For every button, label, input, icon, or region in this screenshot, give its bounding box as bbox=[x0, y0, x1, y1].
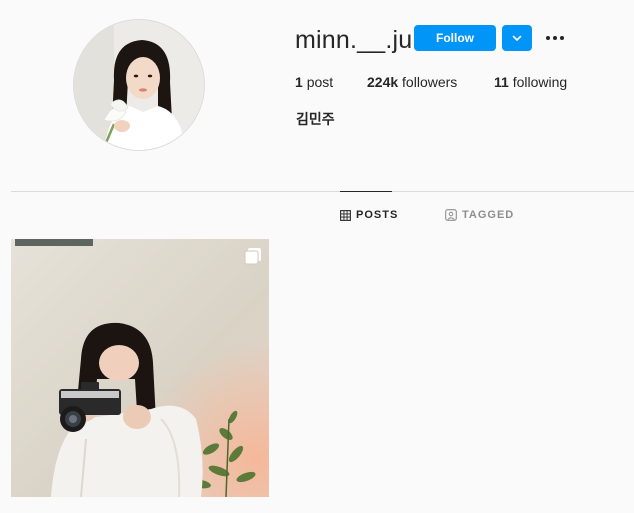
more-options-button[interactable] bbox=[540, 28, 570, 48]
following-label: following bbox=[512, 74, 568, 90]
profile-avatar[interactable] bbox=[73, 19, 205, 151]
following-count: 11 bbox=[494, 74, 509, 90]
post-thumbnail[interactable] bbox=[11, 239, 269, 497]
suggested-accounts-button[interactable] bbox=[502, 25, 532, 51]
followers-stat[interactable]: 224k followers bbox=[367, 74, 457, 90]
tab-tagged-label: TAGGED bbox=[462, 209, 515, 221]
follow-button[interactable]: Follow bbox=[414, 25, 496, 51]
following-stat[interactable]: 11 following bbox=[494, 74, 567, 90]
more-horizontal-icon bbox=[546, 36, 564, 40]
chevron-down-icon bbox=[512, 35, 522, 41]
tab-tagged[interactable]: TAGGED bbox=[445, 192, 514, 238]
posts-count: 1 bbox=[295, 74, 303, 90]
username: minn.__.ju bbox=[295, 26, 413, 54]
full-name: 김민주 bbox=[296, 112, 335, 128]
tag-user-icon bbox=[445, 209, 457, 221]
followers-label: followers bbox=[402, 74, 458, 90]
profile-page: minn.__.ju Follow 1 post 224k followers … bbox=[0, 0, 634, 513]
section-divider bbox=[11, 191, 634, 192]
tab-posts[interactable]: POSTS bbox=[340, 191, 397, 238]
posts-label: post bbox=[306, 74, 334, 90]
grid-icon bbox=[340, 209, 351, 221]
followers-count: 224k bbox=[367, 74, 399, 90]
posts-count-stat: 1 post bbox=[295, 74, 333, 90]
tab-posts-label: POSTS bbox=[356, 209, 399, 221]
